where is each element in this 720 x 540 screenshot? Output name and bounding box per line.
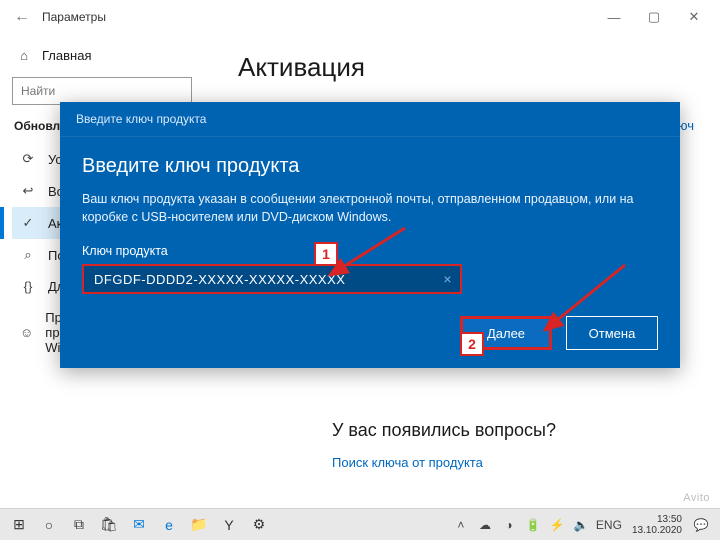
cancel-button[interactable]: Отмена bbox=[566, 316, 658, 350]
product-key-dialog: Введите ключ продукта Введите ключ проду… bbox=[60, 102, 680, 368]
sidebar-home-label: Главная bbox=[42, 48, 91, 63]
edge-icon[interactable]: e bbox=[154, 511, 184, 539]
recovery-icon: ↩ bbox=[20, 183, 36, 199]
dialog-actions: Далее Отмена bbox=[60, 304, 680, 368]
back-icon[interactable]: ← bbox=[6, 8, 38, 26]
home-icon: ⌂ bbox=[16, 48, 32, 63]
product-key-value: DFGDF-DDDD2-XXXXX-XXXXX-XXXXX bbox=[94, 272, 345, 287]
close-button[interactable]: ✕ bbox=[674, 3, 714, 31]
annotation-marker-2: 2 bbox=[460, 332, 484, 356]
questions-section: У вас появились вопросы? Поиск ключа от … bbox=[332, 420, 556, 470]
dialog-description: Ваш ключ продукта указан в сообщении эле… bbox=[82, 190, 658, 226]
minimize-button[interactable]: — bbox=[594, 3, 634, 31]
explorer-icon[interactable]: 📁 bbox=[184, 511, 214, 539]
window-controls: — ▢ ✕ bbox=[594, 3, 714, 31]
search-placeholder: Найти bbox=[21, 84, 55, 98]
find-key-link[interactable]: Поиск ключа от продукта bbox=[332, 455, 483, 470]
settings-taskbar-icon[interactable]: ⚙ bbox=[244, 511, 274, 539]
search-icon: ⌕ bbox=[20, 247, 36, 263]
system-tray: ˄ ☁ ◑ 🔋 ⚡ 🔈 ENG 13:50 13.10.2020 💬 bbox=[450, 514, 716, 536]
window-title: Параметры bbox=[42, 10, 106, 24]
clock-time: 13:50 bbox=[632, 514, 682, 525]
questions-heading: У вас появились вопросы? bbox=[332, 420, 556, 441]
mail-icon[interactable]: ✉ bbox=[124, 511, 154, 539]
titlebar: ← Параметры — ▢ ✕ bbox=[0, 0, 720, 34]
check-icon: ✓ bbox=[20, 215, 36, 231]
action-center-icon[interactable]: 💬 bbox=[690, 518, 712, 532]
battery-icon[interactable]: 🔋 bbox=[522, 518, 544, 532]
taskbar: ⊞ ○ ⧉ 🛍 ✉ e 📁 Y ⚙ ˄ ☁ ◑ 🔋 ⚡ 🔈 ENG 13:50 … bbox=[0, 508, 720, 540]
insider-icon: ☺ bbox=[20, 325, 33, 340]
taskbar-clock[interactable]: 13:50 13.10.2020 bbox=[626, 514, 688, 536]
task-view-icon[interactable]: ⧉ bbox=[64, 511, 94, 539]
power-icon[interactable]: ⚡ bbox=[546, 518, 568, 532]
product-key-input[interactable]: DFGDF-DDDD2-XXXXX-XXXXX-XXXXX × bbox=[82, 264, 462, 294]
maximize-button[interactable]: ▢ bbox=[634, 3, 674, 31]
product-key-label: Ключ продукта bbox=[82, 244, 658, 258]
clock-date: 13.10.2020 bbox=[632, 525, 682, 536]
start-button[interactable]: ⊞ bbox=[4, 511, 34, 539]
volume-icon[interactable]: 🔈 bbox=[570, 518, 592, 532]
dialog-body: Введите ключ продукта Ваш ключ продукта … bbox=[60, 137, 680, 304]
store-icon[interactable]: 🛍 bbox=[94, 511, 124, 539]
moon-icon[interactable]: ◑ bbox=[498, 518, 520, 532]
tray-overflow-icon[interactable]: ˄ bbox=[450, 518, 472, 532]
search-input[interactable]: Найти bbox=[12, 77, 192, 105]
onedrive-icon[interactable]: ☁ bbox=[474, 518, 496, 532]
dialog-heading: Введите ключ продукта bbox=[82, 155, 658, 178]
watermark: Avito bbox=[683, 492, 710, 504]
cortana-icon[interactable]: ○ bbox=[34, 511, 64, 539]
annotation-marker-1: 1 bbox=[314, 242, 338, 266]
language-indicator[interactable]: ENG bbox=[594, 518, 624, 532]
page-title: Активация bbox=[238, 52, 692, 83]
wrench-icon: ⟳ bbox=[20, 151, 36, 167]
clear-input-icon[interactable]: × bbox=[443, 271, 452, 287]
dialog-titlebar: Введите ключ продукта bbox=[60, 102, 680, 137]
yandex-icon[interactable]: Y bbox=[214, 511, 244, 539]
sidebar-home[interactable]: ⌂ Главная bbox=[12, 42, 210, 69]
code-icon: {} bbox=[20, 279, 36, 294]
